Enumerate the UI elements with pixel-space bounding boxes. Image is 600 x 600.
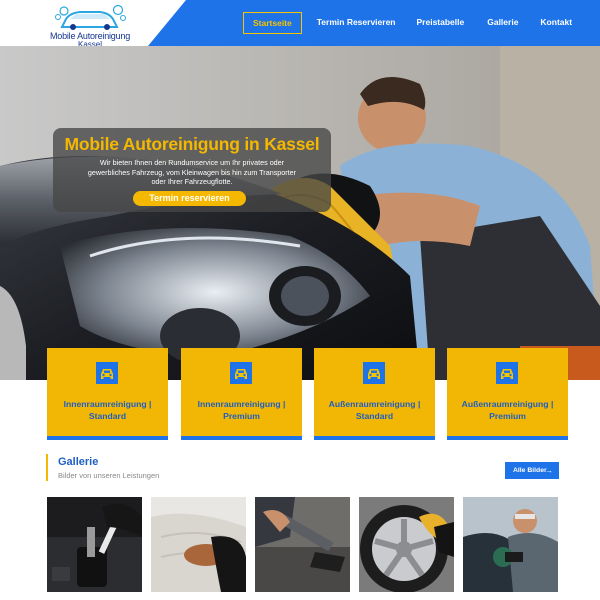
service-card-title: Innenraumreinigung | Standard — [63, 399, 152, 421]
hero-section: Mobile Autoreinigung in Kassel Wir biete… — [0, 46, 600, 380]
nav-startseite[interactable]: Startseite — [243, 12, 302, 34]
service-card-title: Innenraumreinigung | Premium — [197, 399, 286, 421]
site-header: Mobile Autoreinigung Kassel Startseite T… — [0, 0, 600, 49]
nav-gallerie[interactable]: Gallerie — [478, 12, 527, 34]
service-card-title: Außenraumreinigung | Standard — [328, 399, 421, 421]
nav-kontakt[interactable]: Kontakt — [531, 12, 581, 34]
hero-intro-box: Mobile Autoreinigung in Kassel Wir biete… — [53, 128, 331, 212]
service-card-exterior-premium[interactable]: Außenraumreinigung | Premium — [447, 348, 568, 440]
nav-termin-reservieren[interactable]: Termin Reservieren — [308, 12, 405, 34]
gallery-subtitle: Bilder von unseren Leistungen — [58, 471, 160, 480]
nav-preistabelle[interactable]: Preistabelle — [408, 12, 474, 34]
car-icon — [230, 362, 252, 384]
car-icon — [96, 362, 118, 384]
service-card-exterior-standard[interactable]: Außenraumreinigung | Standard — [314, 348, 435, 440]
car-icon — [496, 362, 518, 384]
site-logo[interactable]: Mobile Autoreinigung Kassel — [42, 3, 132, 49]
gallery-image-car-polishing[interactable] — [463, 497, 558, 592]
arrow-right-icon: → — [545, 466, 553, 475]
gallery-image-seat-brush[interactable] — [151, 497, 246, 592]
section-accent-bar — [46, 454, 48, 481]
gallery-image-interior-vacuum[interactable] — [255, 497, 350, 592]
gallery-image-gear-shift[interactable] — [47, 497, 142, 592]
service-card-interior-standard[interactable]: Innenraumreinigung | Standard — [47, 348, 168, 440]
main-nav: Startseite Termin Reservieren Preistabel… — [243, 12, 581, 34]
all-images-label: Alle Bilder — [513, 467, 547, 474]
gallery-image-rim-cleaning[interactable] — [359, 497, 454, 592]
car-logo-icon — [55, 4, 126, 30]
gallery-title: Gallerie — [58, 456, 99, 468]
reserve-appointment-button[interactable]: Termin reservieren — [133, 191, 246, 206]
logo-panel-wedge — [148, 0, 186, 46]
all-images-button[interactable]: Alle Bilder → — [505, 462, 559, 479]
service-card-interior-premium[interactable]: Innenraumreinigung | Premium — [181, 348, 302, 440]
car-icon — [363, 362, 385, 384]
hero-title: Mobile Autoreinigung in Kassel — [64, 134, 320, 154]
hero-description: Wir bieten Ihnen den Rundumservice um Ih… — [87, 158, 297, 186]
hero-car-cleaning-photo — [0, 46, 600, 380]
service-card-title: Außenraumreinigung | Premium — [461, 399, 554, 421]
